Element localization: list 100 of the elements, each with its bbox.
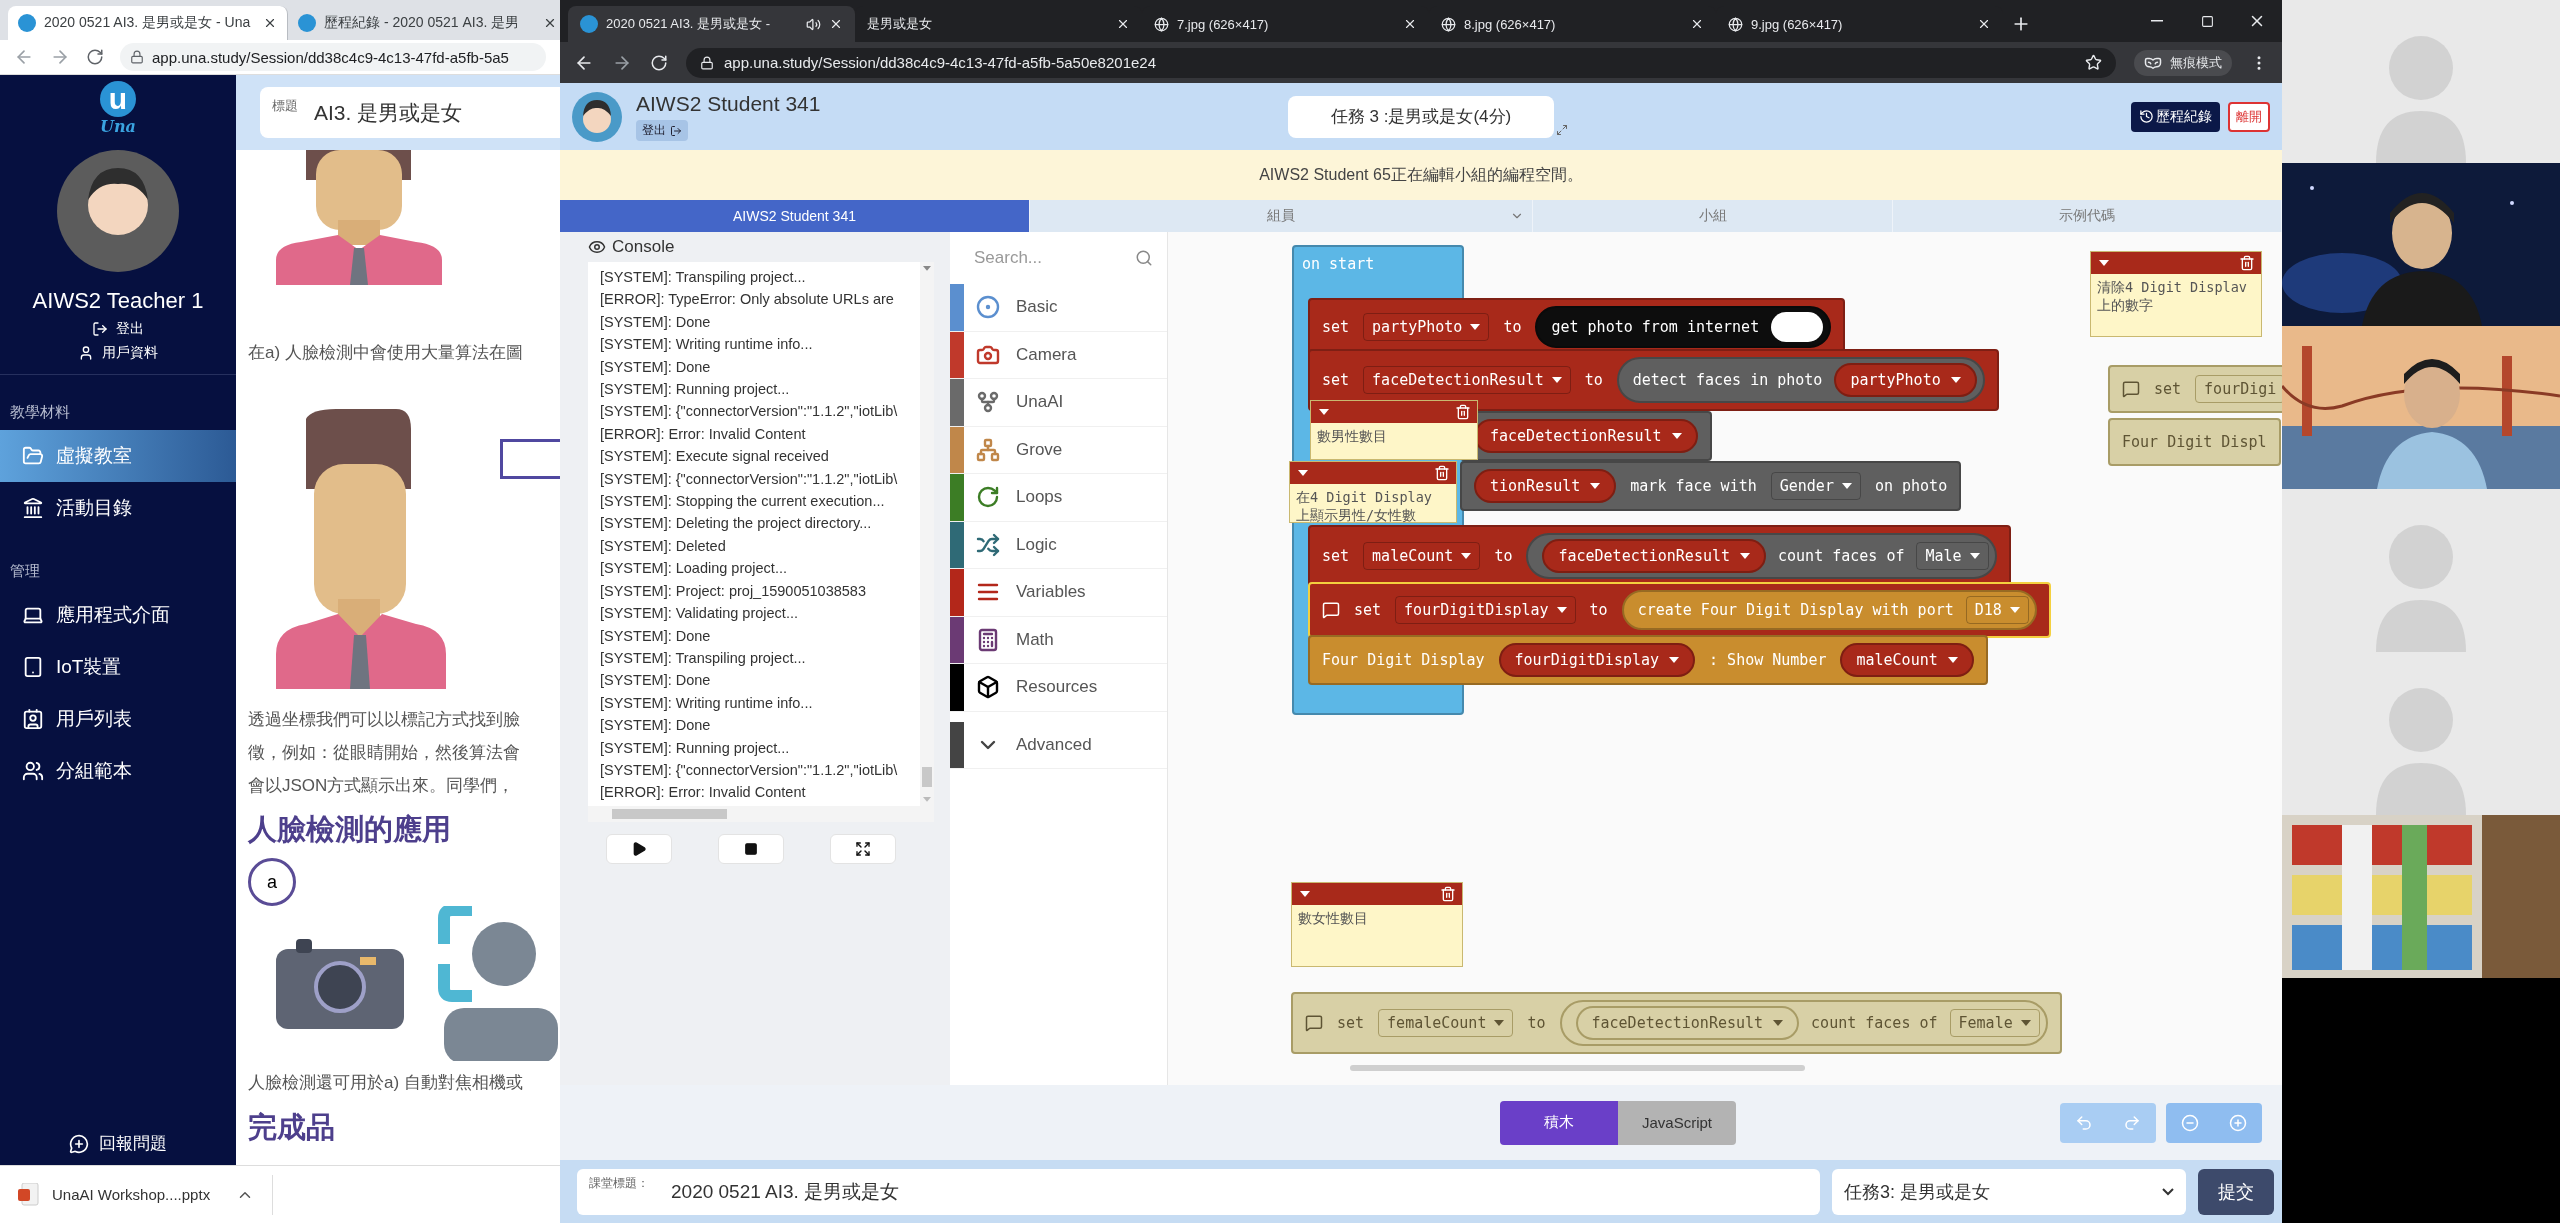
close-icon[interactable] bbox=[263, 16, 277, 30]
caret-icon[interactable] bbox=[2099, 260, 2109, 266]
fullscreen-button[interactable] bbox=[830, 834, 896, 864]
address-bar[interactable]: app.una.study/Session/dd38c4c9-4c13-47fd-a5fb-5a50e8201e24 bbox=[686, 47, 2116, 78]
leave-button[interactable]: 離開 bbox=[2228, 101, 2270, 132]
close-icon[interactable] bbox=[1977, 17, 1991, 31]
block-dropdown[interactable]: Gender bbox=[1770, 472, 1861, 500]
caret-icon[interactable] bbox=[1671, 433, 1682, 439]
caret-icon[interactable] bbox=[1461, 553, 1472, 559]
delete-icon[interactable] bbox=[1440, 886, 1456, 902]
sidebar-item[interactable]: 應用程式介面 bbox=[0, 589, 236, 641]
sidebar-link[interactable]: 登出 bbox=[0, 320, 236, 338]
caret-icon[interactable] bbox=[1841, 483, 1852, 489]
caret-icon[interactable] bbox=[1551, 377, 1562, 383]
stop-button[interactable] bbox=[718, 834, 784, 864]
panel-tab[interactable]: 組員 bbox=[1030, 200, 1533, 232]
caret-icon[interactable] bbox=[1669, 657, 1680, 663]
submit-button[interactable]: 提交 bbox=[2198, 1168, 2274, 1215]
expand-icon[interactable] bbox=[1556, 123, 1568, 136]
scrollbar[interactable] bbox=[1350, 1065, 1805, 1071]
close-icon[interactable] bbox=[1690, 17, 1704, 31]
variable-pill[interactable]: partyPhoto bbox=[1834, 363, 1977, 397]
scrollbar-thumb[interactable] bbox=[922, 767, 932, 788]
toolbox-category[interactable]: Logic bbox=[950, 521, 1167, 569]
lesson-title-field[interactable]: 課堂標題： 2020 0521 AI3. 是男或是女 bbox=[577, 1168, 1820, 1215]
variable-pill[interactable]: faceDetectionResult bbox=[1542, 539, 1767, 573]
variable-pill[interactable]: fourDigitDisplay bbox=[1498, 643, 1696, 677]
reporter-block[interactable]: get photo from internet bbox=[1535, 306, 1832, 348]
caret-icon[interactable] bbox=[1740, 553, 1751, 559]
toolbox-category[interactable]: UnaAI bbox=[950, 379, 1167, 427]
close-icon[interactable] bbox=[1116, 17, 1130, 31]
toolbox-category[interactable]: Basic bbox=[950, 284, 1167, 332]
caret-icon[interactable] bbox=[1773, 1020, 1784, 1026]
caret-icon[interactable] bbox=[1319, 409, 1329, 415]
delete-icon[interactable] bbox=[2239, 255, 2255, 271]
toolbox-category[interactable]: Math bbox=[950, 616, 1167, 664]
panel-tab[interactable]: AIWS2 Student 341 bbox=[560, 200, 1030, 232]
caret-icon[interactable] bbox=[2020, 1020, 2031, 1026]
close-icon[interactable] bbox=[829, 17, 843, 31]
caret-icon[interactable] bbox=[1590, 483, 1601, 489]
code-block[interactable]: Four Digit Display fourDigitDisplay : Show Number maleCount bbox=[1308, 635, 1988, 685]
sidebar-item[interactable]: IoT裝置 bbox=[0, 641, 236, 693]
caret-icon[interactable] bbox=[1298, 470, 1308, 476]
toolbox-category[interactable]: Advanced bbox=[950, 721, 1167, 769]
task-select[interactable]: 任務3: 是男或是女 bbox=[1831, 1168, 2187, 1215]
caret-icon[interactable] bbox=[923, 266, 931, 271]
toolbox-category[interactable]: Variables bbox=[950, 569, 1167, 617]
reporter-block[interactable]: faceDetectionResult count faces of Male bbox=[1526, 533, 1997, 579]
profile-button[interactable]: 無痕模式 bbox=[2134, 49, 2232, 76]
search-field[interactable]: Search... bbox=[972, 247, 1127, 269]
block-dropdown[interactable]: faceDetectionResult bbox=[1363, 366, 1571, 394]
caret-icon[interactable] bbox=[1556, 607, 1567, 613]
sidebar-item[interactable]: 活動目錄 bbox=[0, 482, 236, 534]
block-dropdown[interactable]: Male bbox=[1916, 542, 1989, 570]
browser-tab[interactable]: 2020 0521 AI3. 是男或是女 - Una bbox=[8, 6, 288, 40]
caret-icon[interactable] bbox=[1470, 324, 1481, 330]
block-dropdown[interactable]: fourDigitDisplay bbox=[1395, 596, 1576, 624]
caret-icon[interactable] bbox=[1950, 377, 1961, 383]
toolbox-category[interactable]: Resources bbox=[950, 664, 1167, 712]
browser-tab[interactable]: 2020 0521 AI3. 是男或是女 - bbox=[568, 6, 855, 42]
sidebar-item[interactable]: 虛擬教室 bbox=[0, 430, 236, 482]
sidebar-item[interactable]: 分組範本 bbox=[0, 745, 236, 797]
toggle-input[interactable] bbox=[1771, 312, 1824, 342]
sidebar-item[interactable]: 用戶列表 bbox=[0, 693, 236, 745]
close-icon[interactable] bbox=[543, 16, 557, 30]
code-block[interactable]: set fourDigitDisplay to create Four Digit Display with port D18 bbox=[1308, 582, 2051, 638]
report-link[interactable]: 回報問題 bbox=[0, 1132, 236, 1155]
scrollbar[interactable] bbox=[920, 262, 934, 806]
block-dropdown[interactable]: partyPhoto bbox=[1363, 313, 1490, 341]
address-bar[interactable]: app.una.study/Session/dd38c4c9-4c13-47fd-a5fb-5a5 bbox=[120, 43, 546, 71]
toolbox-category[interactable]: Grove bbox=[950, 426, 1167, 474]
mode-tab[interactable]: JavaScript bbox=[1618, 1100, 1736, 1145]
code-block[interactable]: tionResult mark face with Gender on photo bbox=[1460, 461, 1962, 511]
caret-icon[interactable] bbox=[1947, 657, 1958, 663]
scrollbar-thumb[interactable] bbox=[612, 809, 727, 819]
scrollbar[interactable] bbox=[588, 806, 934, 822]
block-dropdown[interactable]: maleCount bbox=[1363, 542, 1481, 570]
close-icon[interactable] bbox=[1403, 17, 1417, 31]
download-item[interactable]: UnaAI Workshop....pptx bbox=[18, 1174, 273, 1215]
caret-icon[interactable] bbox=[1300, 891, 1310, 897]
toolbox-category[interactable]: Camera bbox=[950, 331, 1167, 379]
panel-tab[interactable]: 示例代碼 bbox=[1893, 200, 2282, 232]
logout-button[interactable]: 登出 bbox=[636, 120, 688, 141]
variable-pill[interactable]: tionResult bbox=[1474, 469, 1617, 503]
caret-icon[interactable] bbox=[1969, 553, 1980, 559]
sidebar-link[interactable]: 用戶資料 bbox=[0, 344, 236, 362]
lesson-title-input[interactable]: 2020 0521 AI3. 是男或是女 bbox=[669, 1179, 1820, 1204]
delete-icon[interactable] bbox=[1434, 465, 1450, 481]
mode-tab[interactable]: 積木 bbox=[1500, 1100, 1618, 1145]
code-block[interactable]: set faceDetectionResult to detect faces in photo partyPhoto bbox=[1308, 349, 1999, 411]
history-button[interactable]: 歷程紀錄 bbox=[2131, 101, 2220, 132]
toolbox-category[interactable]: Loops bbox=[950, 474, 1167, 522]
reload-icon[interactable] bbox=[86, 48, 104, 66]
variable-pill[interactable]: maleCount bbox=[1840, 643, 1974, 677]
delete-icon[interactable] bbox=[1455, 404, 1471, 420]
panel-tab[interactable]: 小組 bbox=[1533, 200, 1893, 232]
reporter-block[interactable]: detect faces in photo partyPhoto bbox=[1616, 357, 1985, 403]
play-button[interactable] bbox=[606, 834, 672, 864]
star-icon[interactable] bbox=[2085, 54, 2102, 71]
reload-icon[interactable] bbox=[650, 53, 668, 72]
